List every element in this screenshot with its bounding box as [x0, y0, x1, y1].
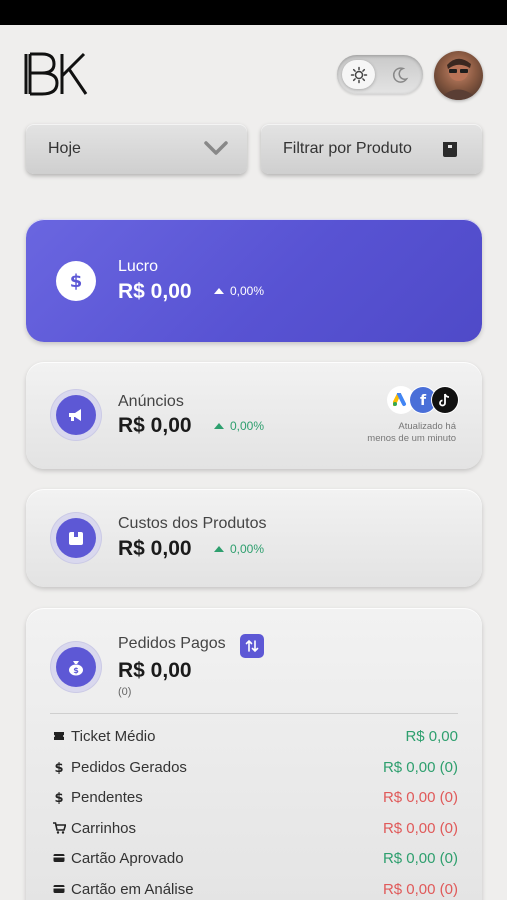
chevron-down-icon: [203, 138, 229, 163]
anuncios-change-value: 0,00%: [230, 419, 265, 433]
custos-title: Custos dos Produtos: [118, 515, 267, 532]
box-icon: [51, 513, 101, 563]
period-select[interactable]: Hoje: [26, 124, 247, 174]
theme-toggle[interactable]: [337, 55, 423, 94]
sun-icon[interactable]: [342, 60, 375, 89]
metric-value: R$ 0,00 (0): [382, 880, 458, 898]
svg-text:$: $: [54, 791, 63, 804]
metric-row-ticket-medio[interactable]: Ticket Médio R$ 0,00: [50, 725, 458, 747]
lucro-title: Lucro: [118, 258, 159, 275]
metric-label: Pedidos Gerados: [71, 758, 187, 776]
period-select-value: Hoje: [48, 140, 81, 157]
ticket-icon: [50, 729, 68, 743]
card-icon: [50, 882, 68, 896]
megaphone-icon: [51, 390, 101, 440]
moon-icon[interactable]: [389, 64, 411, 86]
divider: [50, 713, 458, 714]
metric-row-cartao-aprovado[interactable]: Cartão Aprovado R$ 0,00 (0): [50, 847, 458, 869]
metric-label: Cartão Aprovado: [71, 849, 184, 867]
metric-value: R$ 0,00: [405, 727, 458, 745]
metric-label: Cartão em Análise: [71, 880, 194, 898]
anuncios-card[interactable]: Anúncios R$ 0,00 0,00% f Atualizado há m…: [26, 362, 482, 469]
arrow-up-icon: [214, 423, 224, 429]
metric-row-pedidos-gerados[interactable]: $ Pedidos Gerados R$ 0,00 (0): [50, 756, 458, 778]
arrow-up-icon: [214, 546, 224, 552]
metric-value: R$ 0,00 (0): [382, 758, 458, 776]
dollar-icon: $: [50, 760, 68, 774]
updated-status: Atualizado há menos de um minuto: [346, 421, 456, 445]
lucro-value: R$ 0,00: [118, 280, 192, 303]
svg-text:$: $: [73, 666, 79, 675]
pedidos-pagos-card[interactable]: $ Pedidos Pagos R$ 0,00 (0) Ticket Médio…: [26, 608, 482, 900]
status-bar: [0, 0, 507, 25]
card-icon: [50, 851, 68, 865]
filter-button-label: Filtrar por Produto: [283, 140, 412, 157]
updated-line-2: menos de um minuto: [367, 433, 456, 444]
custos-card[interactable]: Custos dos Produtos R$ 0,00 0,00%: [26, 489, 482, 587]
anuncios-value: R$ 0,00: [118, 414, 192, 437]
svg-text:$: $: [54, 761, 63, 774]
custos-value: R$ 0,00: [118, 537, 192, 560]
swap-vertical-icon[interactable]: [240, 634, 264, 658]
ad-platforms: f: [388, 387, 458, 413]
tiktok-icon[interactable]: [432, 387, 458, 413]
pedidos-title: Pedidos Pagos: [118, 635, 226, 652]
brand-logo[interactable]: [24, 52, 88, 96]
arrow-up-icon: [214, 288, 224, 294]
metric-label: Ticket Médio: [71, 727, 156, 745]
dollar-icon: $: [50, 790, 68, 804]
metric-value: R$ 0,00 (0): [382, 849, 458, 867]
metric-value: R$ 0,00 (0): [382, 819, 458, 837]
anuncios-change: 0,00%: [214, 419, 264, 433]
metric-label: Carrinhos: [71, 819, 137, 837]
svg-text:$: $: [70, 271, 83, 292]
lucro-change-value: 0,00%: [230, 284, 265, 298]
cart-icon: [50, 821, 68, 835]
updated-line-1: Atualizado há: [398, 421, 456, 432]
pedidos-count: (0): [118, 686, 132, 698]
anuncios-title: Anúncios: [118, 393, 184, 410]
custos-change-value: 0,00%: [230, 542, 265, 556]
filter-by-product-button[interactable]: Filtrar por Produto: [261, 124, 482, 174]
metric-label: Pendentes: [71, 788, 143, 806]
box-icon: [442, 140, 458, 163]
pedidos-value: R$ 0,00: [118, 659, 192, 682]
money-bag-icon: $: [51, 642, 101, 692]
metric-row-cartao-em-analise[interactable]: Cartão em Análise R$ 0,00 (0): [50, 878, 458, 900]
metric-row-carrinhos[interactable]: Carrinhos R$ 0,00 (0): [50, 817, 458, 839]
metric-value: R$ 0,00 (0): [382, 788, 458, 806]
lucro-change: 0,00%: [214, 284, 264, 298]
user-avatar[interactable]: [434, 51, 483, 100]
svg-text:f: f: [420, 393, 427, 408]
custos-change: 0,00%: [214, 542, 264, 556]
dollar-icon: $: [56, 261, 96, 301]
metric-row-pendentes[interactable]: $ Pendentes R$ 0,00 (0): [50, 786, 458, 808]
lucro-card[interactable]: $ Lucro R$ 0,00 0,00%: [26, 219, 482, 342]
